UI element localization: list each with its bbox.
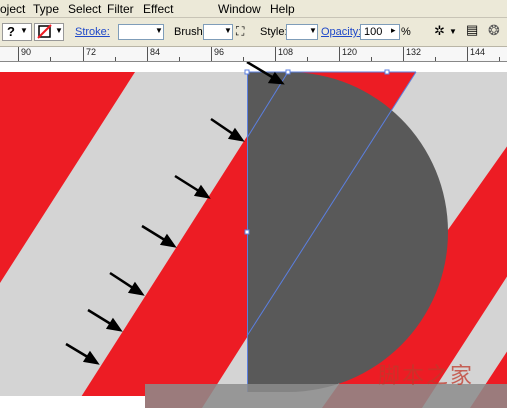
menu-help[interactable]: Help: [270, 2, 295, 16]
opacity-label[interactable]: Opacity:: [321, 26, 361, 38]
opacity-value: 100: [364, 26, 383, 38]
style-label: Style:: [260, 26, 288, 38]
preferences-icon[interactable]: ❂: [488, 22, 500, 39]
chevron-down-icon: ▼: [309, 26, 317, 35]
brush-selector[interactable]: ▼: [203, 24, 233, 40]
ruler-label: 72: [86, 47, 97, 57]
menu-filter[interactable]: Filter: [107, 2, 134, 16]
ruler-label: 96: [214, 47, 225, 57]
menu-select[interactable]: Select: [68, 2, 101, 16]
control-toolbar: ? ▼ ▼ Stroke: ▼ Brush: ▼ ⛶ Style: ▼ Opac…: [0, 18, 507, 47]
menu-object[interactable]: oject: [0, 2, 25, 16]
style-selector[interactable]: ▼: [286, 24, 318, 40]
brush-label: Brush:: [174, 26, 206, 38]
ruler-label: 90: [21, 47, 32, 57]
chevron-down-icon: ▼: [20, 26, 28, 35]
ruler-label: 108: [278, 47, 294, 57]
stroke-label[interactable]: Stroke:: [75, 26, 110, 38]
artboard-canvas[interactable]: 脚本之家: [0, 62, 507, 408]
ruler-label: 120: [342, 47, 358, 57]
ruler-label: 132: [406, 47, 422, 57]
menu-type[interactable]: Type: [33, 2, 59, 16]
ruler-ticks: [18, 47, 500, 61]
opacity-input[interactable]: 100 ▸: [360, 24, 400, 40]
ruler-label: 144: [470, 47, 486, 57]
no-stroke-icon: [37, 24, 52, 39]
menu-effect[interactable]: Effect: [143, 2, 173, 16]
artwork[interactable]: [0, 62, 507, 408]
percent-sign: %: [401, 26, 411, 38]
chevron-down-icon: ▼: [449, 27, 457, 36]
anchor-point: [384, 69, 390, 75]
chevron-down-icon: ▼: [224, 26, 232, 35]
chevron-down-icon: ▼: [55, 26, 63, 35]
menu-window[interactable]: Window: [218, 2, 261, 16]
ruler-label: 84: [150, 47, 161, 57]
fill-swatch[interactable]: ? ▼: [2, 23, 32, 41]
stroke-weight-field[interactable]: ▼: [118, 24, 164, 40]
horizontal-ruler[interactable]: 90 72 84 96 108 120 132 144: [0, 47, 507, 62]
watermark: 脚本之家: [378, 364, 475, 389]
opacity-arrow[interactable]: ▸: [391, 25, 396, 36]
anchor-point: [244, 69, 250, 75]
bottom-edge: [0, 396, 145, 408]
stroke-swatch[interactable]: ▼: [34, 23, 64, 41]
chevron-down-icon: ▼: [155, 26, 163, 35]
anchor-point: [244, 229, 250, 235]
brush-library-icon[interactable]: ⛶: [236, 24, 244, 39]
menu-bar: oject Type Select Filter Effect Window H…: [0, 0, 507, 18]
anchor-point: [285, 69, 291, 75]
help-icon: ?: [7, 24, 15, 39]
document-setup-icon[interactable]: ▤: [466, 22, 478, 38]
magic-wand-icon[interactable]: ✲: [434, 23, 445, 39]
